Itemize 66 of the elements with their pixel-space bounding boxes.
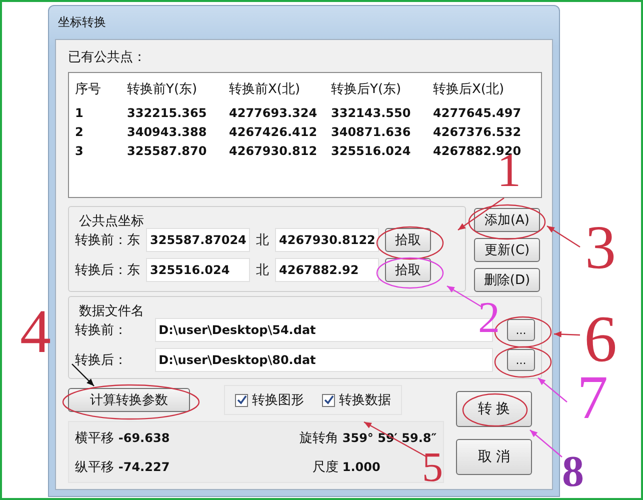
table-cell-text: 4277693.324 [229, 106, 318, 120]
row-label: 转换前： [75, 322, 128, 339]
annotation-ellipse [376, 257, 444, 289]
table-cell-text: 325587.870 [127, 144, 208, 158]
table-cell-text: 4277645.497 [433, 106, 522, 120]
option-checkbox[interactable]: 转换数据 [322, 391, 391, 409]
east-field[interactable]: 325516.024 [146, 258, 250, 282]
east-field[interactable]: 325587.87024 [146, 228, 250, 252]
action-button[interactable]: 添加(A) [474, 208, 540, 232]
annotation-number: 3 [585, 224, 616, 274]
table-cell-text: 3 [75, 144, 84, 158]
action-button[interactable]: 删除(D) [474, 268, 540, 292]
annotation-number: 6 [584, 314, 617, 367]
column-header[interactable]: 序号 [75, 77, 127, 101]
table-cell-text: 332215.365 [127, 106, 208, 120]
window-title: 坐标转换 [57, 14, 107, 31]
file-path-field[interactable]: D:\user\Desktop\80.dat [154, 348, 494, 372]
table-cell-text: 4267426.412 [229, 125, 318, 139]
pick-button[interactable]: 拾取 [385, 228, 431, 252]
result-value: -74.227 [118, 460, 171, 474]
north-field[interactable]: 4267882.92 [275, 258, 379, 282]
table-cell-text: 340943.388 [127, 125, 208, 139]
compute-button[interactable]: 计算转换参数 [68, 388, 190, 412]
option-checkbox[interactable]: 转换图形 [235, 391, 304, 409]
result-value: -69.638 [118, 430, 171, 444]
table-cell-text: 1 [75, 106, 84, 120]
browse-button[interactable]: ... [507, 349, 536, 371]
annotation-ellipse [376, 226, 444, 260]
result-label: 尺度 [312, 458, 338, 476]
annotation-ellipse [494, 346, 552, 378]
column-header[interactable]: 转换前X(北) [229, 77, 331, 101]
annotation-number: 5 [422, 452, 443, 486]
column-header[interactable]: 转换前Y(东) [127, 77, 229, 101]
list-label: 已有公共点： [68, 49, 147, 66]
annotation-ellipse [462, 393, 528, 427]
result-value: 1.000 [342, 460, 382, 474]
annotation-arrow [538, 378, 568, 402]
annotation-arrow [546, 226, 580, 248]
table-cell-text: 4267930.812 [229, 144, 318, 158]
north-label: 北 [256, 262, 269, 279]
annotation-number: 8 [562, 454, 584, 490]
table-cell-text: 2 [75, 125, 84, 139]
result-label: 纵平移 [75, 458, 114, 476]
browse-button[interactable]: ... [507, 319, 536, 341]
column-header[interactable]: 转换后X(北) [433, 77, 533, 101]
table-cell-text: 332143.550 [331, 106, 412, 120]
row-label: 转换后： [75, 352, 128, 369]
table-cell-text: 340871.636 [331, 125, 412, 139]
result-label: 横平移 [75, 430, 114, 446]
table-cell-text: 325516.024 [331, 144, 412, 158]
annotation-arrow [554, 331, 580, 338]
column-header[interactable]: 转换后Y(东) [331, 77, 433, 101]
annotation-arrow [530, 430, 562, 458]
row-label: 转换后：东 [75, 262, 140, 279]
row-label: 转换前：东 [75, 232, 140, 249]
cancel-button[interactable]: 取 消 [456, 439, 532, 475]
group-title: 公共点坐标 [79, 215, 145, 228]
convert-button[interactable]: 转 换 [456, 391, 532, 427]
annotation-number: 7 [577, 374, 608, 424]
action-button[interactable]: 更新(C) [474, 238, 540, 262]
north-field[interactable]: 4267930.8122 [275, 228, 379, 252]
result-label: 旋转角 [299, 430, 338, 446]
north-label: 北 [256, 232, 269, 249]
group-title: 数据文件名 [79, 305, 145, 318]
table-cell-text: 4267376.532 [433, 125, 522, 139]
pick-button[interactable]: 拾取 [385, 258, 431, 282]
